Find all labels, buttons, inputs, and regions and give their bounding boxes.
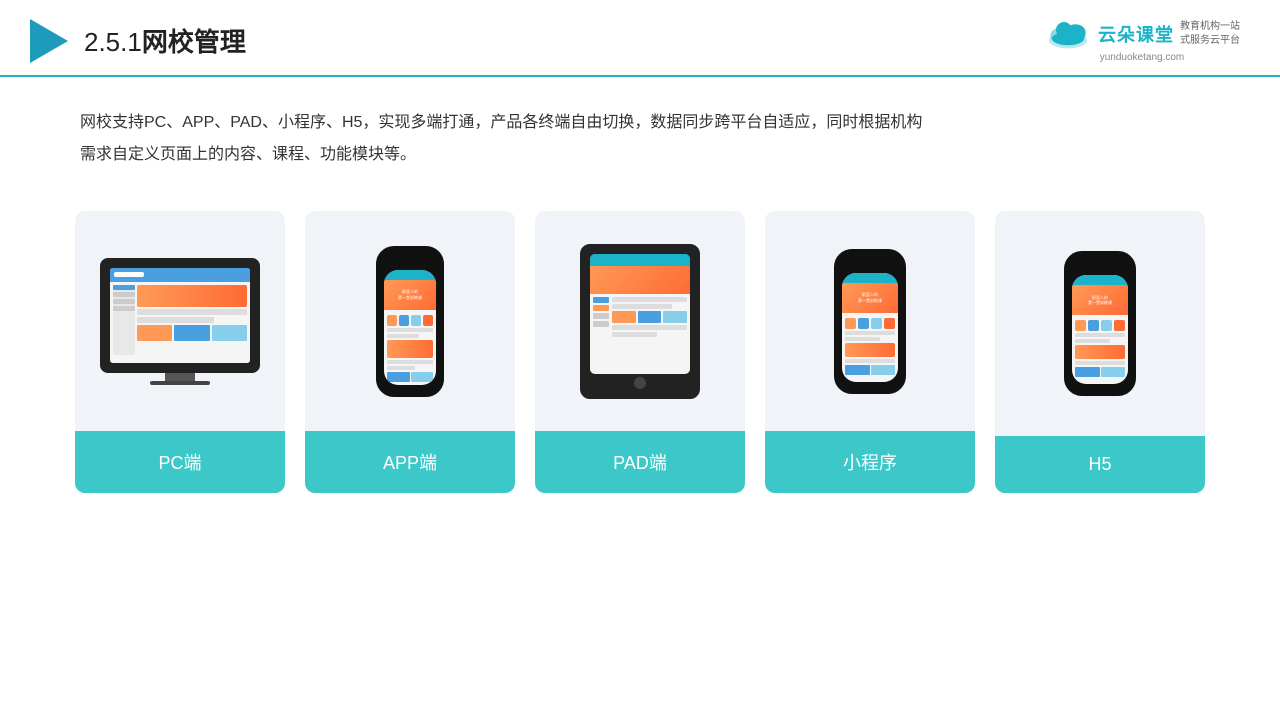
play-icon (30, 19, 68, 63)
phone-notch (399, 256, 421, 262)
page-title: 2.5.1网校管理 (84, 22, 246, 59)
miniprogram-screen: 职涯人的第一堂训练课 (842, 273, 898, 382)
description-section: 网校支持PC、APP、PAD、小程序、H5，实现多端打通，产品各终端自由切换，数… (0, 77, 1280, 181)
logo-domain: yunduoketang.com (1100, 52, 1185, 63)
card-pc: PC端 (75, 211, 285, 493)
tablet-screen (590, 254, 690, 374)
card-h5-image: 职涯人的第一堂训练课 (995, 211, 1205, 436)
h5-phone-mockup: 职涯人的第一堂训练课 (1064, 251, 1136, 396)
miniprogram-phone-mockup: 职涯人的第一堂训练课 (834, 249, 906, 394)
logo-area: 云朵课堂 教育机构一站 式服务云平台 yunduoketang.com (1044, 18, 1240, 63)
app-phone-mockup: 职涯人的第一堂训练课 (376, 246, 444, 397)
phone-notch-3 (1089, 261, 1111, 267)
card-app: 职涯人的第一堂训练课 (305, 211, 515, 493)
logo-cloud: 云朵课堂 教育机构一站 式服务云平台 (1044, 18, 1240, 50)
title-text: 网校管理 (142, 27, 246, 57)
phone-notch-2 (859, 259, 881, 265)
logo-tagline: 教育机构一站 式服务云平台 (1180, 20, 1240, 48)
logo-name: 云朵课堂 (1098, 21, 1174, 47)
card-pc-image (75, 211, 285, 431)
card-h5-label: H5 (995, 436, 1205, 493)
h5-screen: 职涯人的第一堂训练课 (1072, 275, 1128, 384)
pc-mockup (100, 258, 260, 385)
phone-screen: 职涯人的第一堂训练课 (384, 270, 436, 385)
description-text: 网校支持PC、APP、PAD、小程序、H5，实现多端打通，产品各终端自由切换，数… (80, 107, 1200, 171)
card-h5: 职涯人的第一堂训练课 (995, 211, 1205, 493)
card-app-label: APP端 (305, 431, 515, 493)
header-left: 2.5.1网校管理 (30, 19, 246, 63)
card-miniprogram-label: 小程序 (765, 431, 975, 493)
tablet-home-btn (634, 377, 646, 389)
card-pc-label: PC端 (75, 431, 285, 493)
cloud-icon (1044, 18, 1092, 50)
title-number: 2.5.1 (84, 27, 142, 57)
header: 2.5.1网校管理 云朵课堂 教育机构一站 式服务云平台 yunduoketan… (0, 0, 1280, 77)
card-pad-image (535, 211, 745, 431)
card-app-image: 职涯人的第一堂训练课 (305, 211, 515, 431)
card-pad: PAD端 (535, 211, 745, 493)
cards-container: PC端 职涯人的第一堂训练课 (0, 181, 1280, 513)
card-miniprogram-image: 职涯人的第一堂训练课 (765, 211, 975, 431)
tablet-mockup (580, 244, 700, 399)
card-pad-label: PAD端 (535, 431, 745, 493)
card-miniprogram: 职涯人的第一堂训练课 (765, 211, 975, 493)
